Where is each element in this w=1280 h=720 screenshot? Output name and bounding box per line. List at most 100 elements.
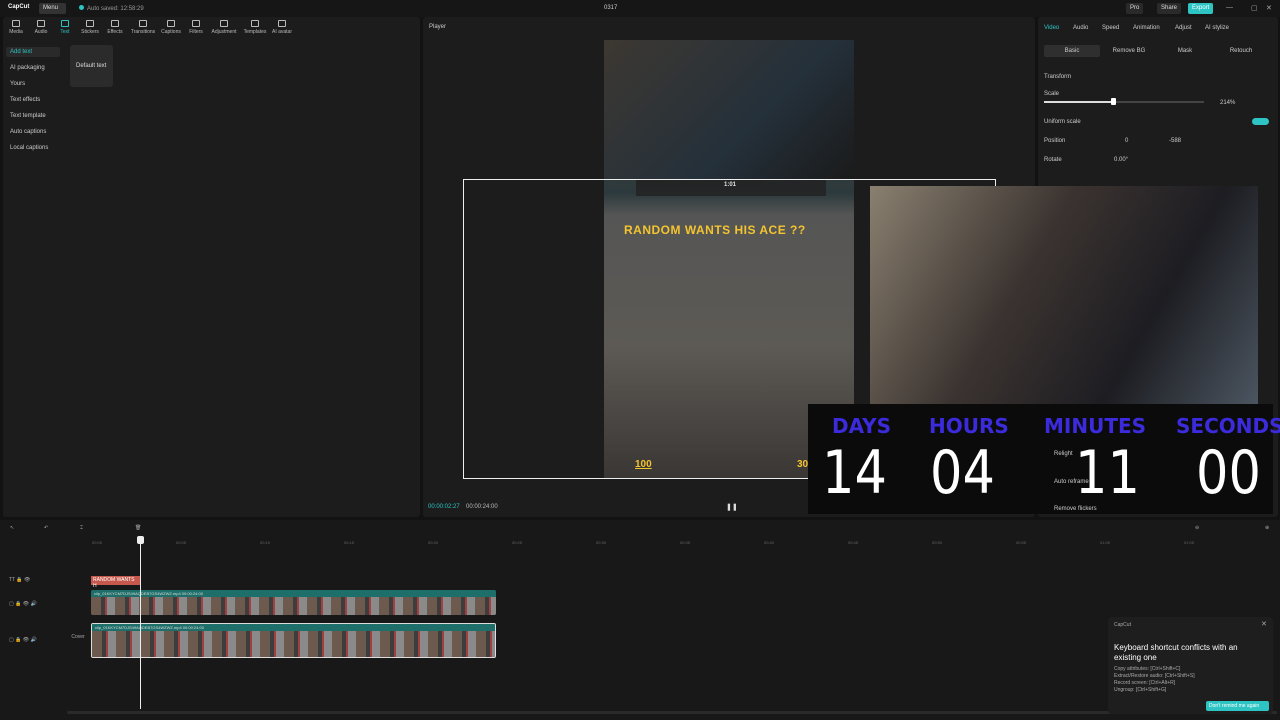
uniform-scale-toggle[interactable] [1252,118,1269,125]
default-text-card[interactable]: Default text [70,45,113,87]
dont-remind-button[interactable]: Don't remind me again [1206,701,1269,711]
sidebar-item-auto-captions[interactable]: Auto captions [6,127,60,137]
main-track-icons: ▢ 🔒 👁 🔊 [9,637,37,643]
close-icon[interactable]: ✕ [1266,4,1272,12]
scale-value[interactable]: 214% [1220,100,1235,106]
split-icon[interactable]: ⌶ [80,525,83,531]
tool-adjustment[interactable]: Adjustment [210,20,238,35]
ruler-tick: 00:00 [92,540,103,545]
captions-icon [167,20,175,27]
player-label: Player [429,24,447,30]
saved-icon [79,5,84,10]
tool-captions[interactable]: Captions [160,20,182,35]
subtab-mask[interactable]: Mask [1157,45,1213,57]
rotate-label: Rotate [1044,157,1062,163]
sidebar-item-local-captions[interactable]: Local captions [6,143,60,153]
ruler-tick: 01:00 [1100,540,1111,545]
tab-video[interactable]: Video [1044,25,1059,31]
tab-animation[interactable]: Animation [1133,25,1160,31]
tool-audio[interactable]: Audio [30,20,52,35]
text-track-icon: TT 🔒 👁 [9,577,31,583]
tab-ai-stylize[interactable]: AI stylize [1205,25,1229,31]
toast-line: Record screen: [Ctrl+Alt+R] [1114,680,1176,686]
undo-icon[interactable]: ↶ [44,525,48,531]
webcam-overlay[interactable] [870,186,1258,404]
ruler-tick: 01:05 [1184,540,1195,545]
export-button[interactable]: Export [1188,3,1214,14]
ruler-tick: 00:55 [1016,540,1027,545]
audio-icon [37,20,45,27]
zoom-in-icon[interactable]: ⊕ [1265,525,1269,531]
ruler-tick: 00:40 [764,540,775,545]
remove-flickers-label: Remove flickers [1054,506,1097,512]
sidebar-item-ai-packaging[interactable]: AI packaging [6,63,60,73]
sidebar-item-text-template[interactable]: Text template [6,111,60,121]
autosave-status: Auto saved: 12:58:29 [79,5,144,12]
timeline-scrollbar[interactable] [67,711,1277,714]
toast-line: Extract/Restore audio: [Ctrl+Shift+S] [1114,673,1195,679]
select-tool-icon[interactable]: ↖ [10,525,14,531]
video-clip-main[interactable]: clip_01KKYCM7DJS49AQDEB7GS4WZWZ.mp4 00:0… [91,623,496,658]
avatar-icon [278,20,286,27]
transform-heading: Transform [1044,74,1072,80]
sidebar-item-add-text[interactable]: Add text [6,47,60,57]
position-y-input[interactable]: -588 [1169,138,1181,144]
playhead[interactable] [140,537,141,709]
tool-media[interactable]: Media [5,20,27,35]
tab-audio[interactable]: Audio [1073,25,1088,31]
sticker-icon [86,20,94,27]
tool-text[interactable]: Text [54,20,76,35]
maximize-icon[interactable]: ▢ [1251,4,1258,12]
toast-close-icon[interactable]: ✕ [1261,620,1267,628]
tool-effects[interactable]: Effects [104,20,126,35]
sidebar-item-yours[interactable]: Yours [6,79,60,89]
tab-adjust[interactable]: Adjust [1175,25,1192,31]
ruler-tick: 00:20 [428,540,439,545]
transitions-icon [139,20,147,27]
position-label: Position [1044,138,1066,144]
ruler-tick: 00:35 [680,540,691,545]
video-clip-overlay[interactable]: clip_01KKYCM7DJS49AQDEB7GS4WZWZ.mp4 00:0… [91,590,496,615]
ruler-tick: 00:05 [176,540,187,545]
menu-button[interactable]: Menu [39,3,66,14]
clip-thumbnails [92,631,495,657]
clip-label: clip_01KKYCM7DJS49AQDEB7GS4WZWZ.mp4 00:0… [92,624,495,631]
subtab-retouch[interactable]: Retouch [1213,45,1269,57]
minutes-label: MINUTES [1044,414,1147,438]
ruler-tick: 00:15 [344,540,355,545]
auto-reframe-label: Auto reframe [1054,479,1089,485]
hours-label: HOURS [929,414,1009,438]
left-panel [3,17,420,517]
tool-stickers[interactable]: Stickers [79,20,101,35]
tool-templates[interactable]: Templates [242,20,268,35]
minimize-icon[interactable]: — [1226,4,1233,11]
text-clip[interactable]: RANDOM WANTS H [91,576,141,589]
pro-button[interactable]: Pro [1126,3,1144,14]
delete-icon[interactable]: 🗑 [135,525,141,531]
toast-line: Ungroup: [Ctrl+Shift+G] [1114,687,1167,693]
zoom-out-icon[interactable]: ⊖ [1195,525,1199,531]
subtab-remove-bg[interactable]: Remove BG [1101,45,1157,57]
tool-transitions[interactable]: Transitions [130,20,156,35]
rotate-input[interactable]: 0.00° [1114,157,1128,163]
effects-icon [111,20,119,27]
ruler-tick: 00:25 [512,540,523,545]
playhead-handle[interactable] [137,536,144,544]
tab-speed[interactable]: Speed [1102,25,1119,31]
cover-button[interactable]: Cover [70,634,86,640]
scale-slider-knob[interactable] [1111,98,1116,105]
tool-filters[interactable]: Filters [185,20,207,35]
scale-label: Scale [1044,91,1060,97]
adjustment-icon [220,20,228,27]
tool-ai-avatar[interactable]: AI avatar [271,20,293,35]
position-x-input[interactable]: 0 [1125,138,1128,144]
scale-slider[interactable] [1044,101,1204,103]
pause-icon[interactable]: ❚❚ [726,503,738,511]
media-icon [12,20,20,27]
share-button[interactable]: Share [1157,3,1182,14]
webcam-top [604,40,854,180]
subtab-basic[interactable]: Basic [1044,45,1100,57]
uniform-scale-label: Uniform scale [1044,119,1081,125]
sidebar-item-text-effects[interactable]: Text effects [6,95,60,105]
toast-title: Keyboard shortcut conflicts with an exis… [1114,643,1238,662]
